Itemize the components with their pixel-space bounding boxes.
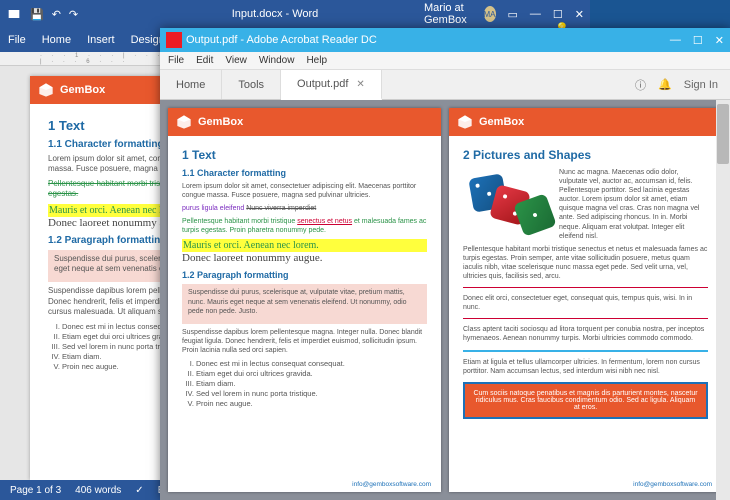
scrollbar[interactable] — [716, 100, 730, 500]
green-text: Pellentesque habitant morbi tristique se… — [182, 217, 427, 235]
tab-close-icon[interactable]: ✕ — [356, 79, 364, 90]
minimize-icon[interactable]: — — [670, 34, 681, 47]
ribbon-opts-icon[interactable]: ▭ — [508, 8, 518, 21]
bell-icon[interactable]: 🔔 — [658, 78, 672, 91]
help-icon[interactable]: ⓘ — [635, 77, 646, 93]
menu-view[interactable]: View — [225, 55, 247, 66]
banner-text: GemBox — [479, 116, 524, 128]
highlighted-text: Mauris et orci. Aenean nec lorem. — [182, 239, 427, 252]
word-app-icon — [6, 6, 22, 22]
minimize-icon[interactable]: — — [530, 8, 541, 20]
pdf-page-2[interactable]: GemBox 2 Pictures and Shapes Nunc ac mag… — [449, 108, 722, 492]
para: Class aptent taciti sociosqu ad litora t… — [463, 325, 708, 343]
acrobat-titlebar: Output.pdf - Adobe Acrobat Reader DC — ☐… — [160, 28, 730, 52]
spellcheck-icon[interactable]: ✓ — [135, 485, 143, 496]
undo-icon[interactable]: ↶ — [52, 8, 61, 21]
acrobat-tabbar: Home Tools Output.pdf✕ ⓘ 🔔 Sign In — [160, 70, 730, 100]
maximize-icon[interactable]: ☐ — [693, 34, 703, 47]
list-item: Proin nec augue. — [196, 399, 427, 408]
acrobat-title: Output.pdf - Adobe Acrobat Reader DC — [182, 34, 670, 46]
banner-text: GemBox — [60, 84, 105, 96]
divider-blue — [463, 350, 708, 352]
pdf-content-2: 2 Pictures and Shapes Nunc ac magna. Mae… — [449, 136, 722, 477]
word-titlebar: 💾 ↶ ↷ Input.docx - Word Mario at GemBox … — [0, 0, 590, 28]
gembox-logo-icon — [457, 114, 473, 130]
tab-tools[interactable]: Tools — [222, 70, 281, 99]
menu-help[interactable]: Help — [306, 55, 327, 66]
status-words[interactable]: 406 words — [75, 485, 121, 496]
banner-text: GemBox — [198, 116, 243, 128]
orange-callout: Cum sociis natoque penatibus et magnis d… — [463, 382, 708, 419]
list-item: Etiam eget dui orci ultrices gravida. — [196, 369, 427, 378]
divider-red — [463, 318, 708, 319]
heading-2a: 1.1 Character formatting — [182, 168, 427, 178]
ribbon-file[interactable]: File — [8, 34, 26, 46]
cursive-text: Donec laoreet nonummy augue. — [182, 252, 427, 264]
page-footer: info@gemboxsoftware.com — [449, 477, 722, 492]
acrobat-window: Output.pdf - Adobe Acrobat Reader DC — ☐… — [160, 28, 730, 500]
heading-2b: 1.2 Paragraph formatting — [182, 270, 427, 280]
menu-edit[interactable]: Edit — [196, 55, 213, 66]
menu-file[interactable]: File — [168, 55, 184, 66]
ribbon-home[interactable]: Home — [42, 34, 71, 46]
close-icon[interactable]: ✕ — [575, 8, 584, 21]
list-item: Sed vel lorem in nunc porta tristique. — [196, 389, 427, 398]
tab-home[interactable]: Home — [160, 70, 222, 99]
para: Etiam at ligula et tellus ullamcorper ul… — [463, 358, 708, 376]
redo-icon[interactable]: ↷ — [69, 8, 78, 21]
acrobat-document-area: GemBox 1 Text 1.1 Character formatting L… — [160, 100, 730, 500]
ordered-list: Donec est mi in lectus consequat consequ… — [196, 359, 427, 408]
pink-box: Suspendisse dui purus, scelerisque at, v… — [182, 284, 427, 323]
page-banner: GemBox — [168, 108, 441, 136]
list-item: Donec est mi in lectus consequat consequ… — [196, 359, 427, 368]
signin-button[interactable]: Sign In — [684, 79, 718, 91]
acrobat-app-icon — [166, 32, 182, 48]
ribbon-insert[interactable]: Insert — [87, 34, 115, 46]
avatar[interactable]: MA — [484, 6, 496, 22]
status-page[interactable]: Page 1 of 3 — [10, 485, 61, 496]
maximize-icon[interactable]: ☐ — [553, 8, 563, 21]
pdf-content-1: 1 Text 1.1 Character formatting Lorem ip… — [168, 136, 441, 477]
heading-1: 1 Text — [182, 148, 427, 162]
gembox-logo-icon — [38, 82, 54, 98]
page-footer: info@gemboxsoftware.com — [168, 477, 441, 492]
heading-1: 2 Pictures and Shapes — [463, 148, 708, 162]
scrollbar-thumb[interactable] — [717, 104, 729, 164]
page-banner: GemBox — [449, 108, 722, 136]
pdf-page-1[interactable]: GemBox 1 Text 1.1 Character formatting L… — [168, 108, 441, 492]
para: Pellentesque habitant morbi tristique se… — [463, 245, 708, 281]
list-item: Etiam diam. — [196, 379, 427, 388]
styled-para: purus ligula eleifend Nunc viverra imper… — [182, 204, 427, 213]
para: Suspendisse dapibus lorem pellentesque m… — [182, 328, 427, 355]
word-title: Input.docx - Word — [126, 8, 424, 20]
divider-red — [463, 287, 708, 288]
close-icon[interactable]: ✕ — [715, 34, 724, 47]
dice-image — [463, 168, 553, 238]
word-user[interactable]: Mario at GemBox — [424, 2, 472, 26]
acrobat-menubar: File Edit View Window Help — [160, 52, 730, 70]
para: Lorem ipsum dolor sit amet, consectetuer… — [182, 182, 427, 200]
save-icon[interactable]: 💾 — [30, 8, 44, 21]
gembox-logo-icon — [176, 114, 192, 130]
tab-document[interactable]: Output.pdf✕ — [281, 70, 382, 100]
menu-window[interactable]: Window — [259, 55, 295, 66]
box-text: Donec elit orci, consectetuer eget, cons… — [463, 294, 708, 312]
